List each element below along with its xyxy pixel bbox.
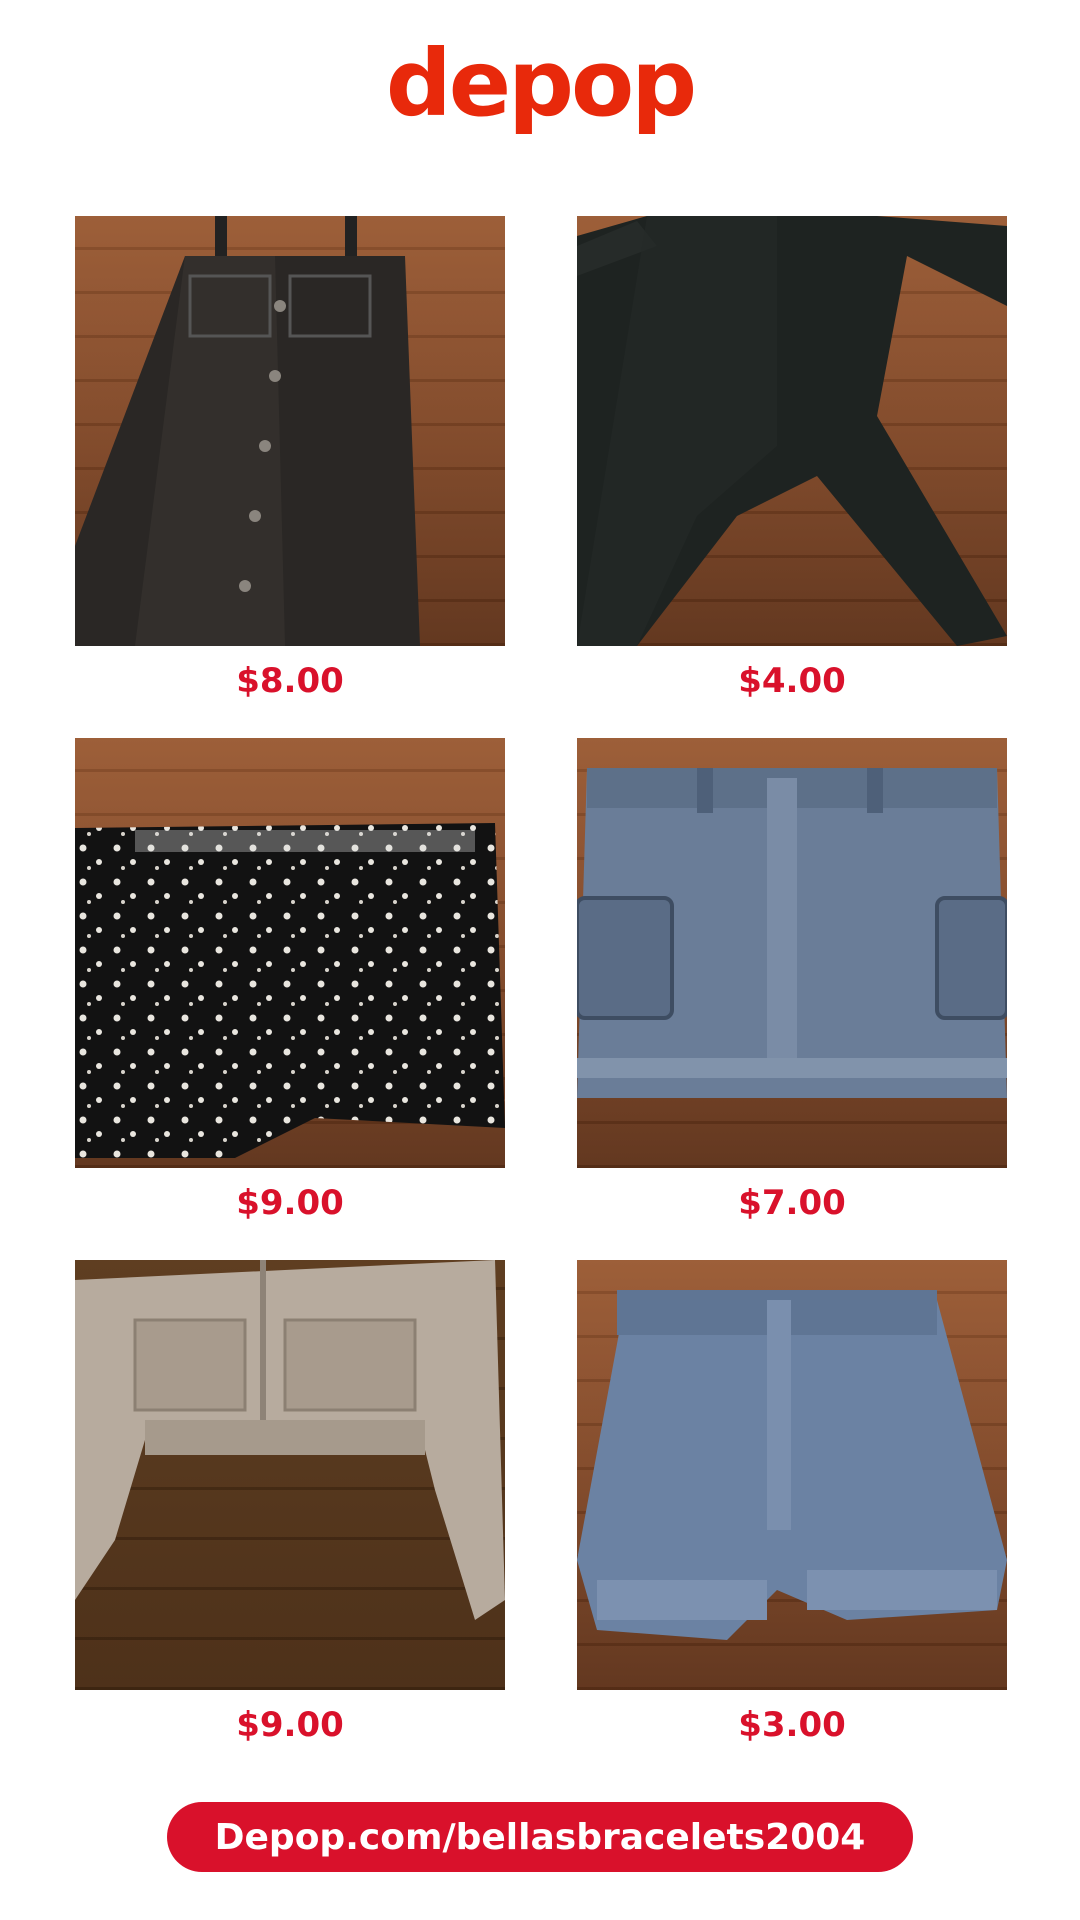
garment-image [75, 216, 420, 646]
price-label: $9.00 [236, 1705, 344, 1745]
product-photo[interactable] [577, 738, 1007, 1168]
shop-link-text[interactable]: Depop.com/bellasbracelets2004 [215, 1817, 866, 1858]
product-photo[interactable] [577, 1260, 1007, 1690]
garment-image [75, 1260, 505, 1620]
product-card[interactable]: $8.00 [75, 216, 505, 716]
product-card[interactable]: $9.00 [75, 738, 505, 1238]
shop-link-button[interactable]: Depop.com/bellasbracelets2004 [167, 1802, 913, 1872]
price-label: $3.00 [738, 1705, 846, 1745]
garment-image [577, 216, 1007, 646]
garment-image [75, 823, 505, 1158]
product-photo[interactable] [75, 738, 505, 1168]
product-card[interactable]: $4.00 [577, 216, 1007, 716]
price-label: $8.00 [236, 661, 344, 701]
product-grid: $8.00 $4.00 $9.00 $7.00 $9.00 $3.00 [75, 216, 1007, 1760]
price-label: $9.00 [236, 1183, 344, 1223]
price-label: $4.00 [738, 661, 846, 701]
product-photo[interactable] [577, 216, 1007, 646]
product-card[interactable]: $9.00 [75, 1260, 505, 1760]
product-card[interactable]: $3.00 [577, 1260, 1007, 1760]
garment-image [577, 1290, 1007, 1640]
garment-image [577, 768, 1007, 1098]
product-photo[interactable] [75, 1260, 505, 1690]
price-label: $7.00 [738, 1183, 846, 1223]
depop-logo: depop [385, 30, 697, 137]
product-photo[interactable] [75, 216, 505, 646]
product-card[interactable]: $7.00 [577, 738, 1007, 1238]
